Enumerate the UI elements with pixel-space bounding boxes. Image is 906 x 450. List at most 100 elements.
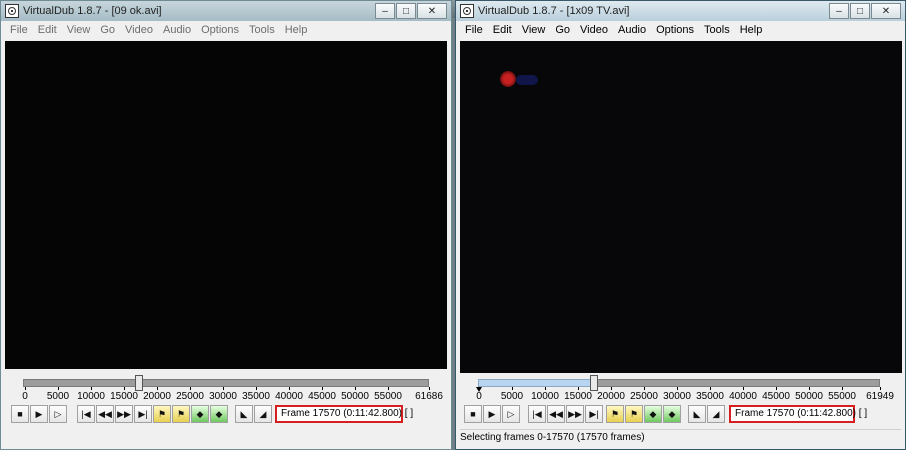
prev-frame-icon[interactable]: ◀◀	[96, 405, 114, 423]
minimize-button[interactable]: –	[829, 3, 849, 19]
tick	[677, 387, 678, 390]
menu-edit[interactable]: Edit	[488, 24, 517, 36]
stop-icon[interactable]: ■	[464, 405, 482, 423]
mark-in-icon[interactable]: ◣	[235, 405, 253, 423]
end-icon[interactable]: ▶|	[134, 405, 152, 423]
tick	[157, 387, 158, 390]
video-logo-blue	[516, 75, 538, 85]
slider-thumb[interactable]	[590, 375, 598, 391]
tick	[776, 387, 777, 390]
menu-help[interactable]: Help	[280, 24, 313, 36]
tick	[91, 387, 92, 390]
menu-video[interactable]: Video	[575, 24, 613, 36]
play-output-icon[interactable]: ▷	[502, 405, 520, 423]
prev-key-icon[interactable]: ⚑	[153, 405, 171, 423]
menu-help[interactable]: Help	[735, 24, 768, 36]
menu-edit[interactable]: Edit	[33, 24, 62, 36]
menu-view[interactable]: View	[62, 24, 96, 36]
tick	[578, 387, 579, 390]
menu-options[interactable]: Options	[196, 24, 244, 36]
tick	[124, 387, 125, 390]
mark-in-icon[interactable]: ◣	[688, 405, 706, 423]
play-input-icon[interactable]: ▶	[30, 405, 48, 423]
frame-indicator: Frame 17570 (0:11:42.800) [ ]	[275, 405, 413, 423]
play-output-icon[interactable]: ▷	[49, 405, 67, 423]
scene-forward-icon[interactable]: ◆	[210, 405, 228, 423]
tick	[880, 387, 881, 390]
tick	[809, 387, 810, 390]
mark-out-icon[interactable]: ◢	[254, 405, 272, 423]
virtualdub-film-icon[interactable]	[5, 4, 19, 18]
video-logo-red	[500, 71, 516, 87]
tick	[512, 387, 513, 390]
menu-tools[interactable]: Tools	[244, 24, 280, 36]
slider-selection	[478, 379, 592, 387]
menu-tools[interactable]: Tools	[699, 24, 735, 36]
stop-icon[interactable]: ■	[11, 405, 29, 423]
menu-audio[interactable]: Audio	[158, 24, 196, 36]
next-key-icon[interactable]: ⚑	[172, 405, 190, 423]
menu-go[interactable]: Go	[550, 24, 575, 36]
next-frame-icon[interactable]: ▶▶	[566, 405, 584, 423]
tick	[545, 387, 546, 390]
next-frame-icon[interactable]: ▶▶	[115, 405, 133, 423]
tick	[190, 387, 191, 390]
tick	[479, 387, 480, 390]
tick-label: 61686	[415, 391, 443, 402]
next-key-icon[interactable]: ⚑	[625, 405, 643, 423]
tick	[743, 387, 744, 390]
virtualdub-window-right: VirtualDub 1.8.7 - [1x09 TV.avi] – □ ✕ F…	[455, 0, 906, 450]
tick	[289, 387, 290, 390]
tick	[842, 387, 843, 390]
prev-key-icon[interactable]: ⚑	[606, 405, 624, 423]
tick	[25, 387, 26, 390]
scene-forward-icon[interactable]: ◆	[663, 405, 681, 423]
start-icon[interactable]: |◀	[528, 405, 546, 423]
menu-go[interactable]: Go	[95, 24, 120, 36]
maximize-button[interactable]: □	[396, 3, 416, 19]
title-bar[interactable]: VirtualDub 1.8.7 - [09 ok.avi] – □ ✕	[1, 1, 451, 21]
menu-bar: File Edit View Go Video Audio Options To…	[5, 21, 447, 39]
tick	[223, 387, 224, 390]
video-pane	[460, 41, 902, 373]
tick	[355, 387, 356, 390]
window-title: VirtualDub 1.8.7 - [09 ok.avi]	[23, 5, 162, 17]
position-slider[interactable]	[23, 375, 429, 391]
maximize-button[interactable]: □	[850, 3, 870, 19]
menu-file[interactable]: File	[460, 24, 488, 36]
tick	[644, 387, 645, 390]
tick	[429, 387, 430, 390]
menu-file[interactable]: File	[5, 24, 33, 36]
virtualdub-film-icon[interactable]	[460, 4, 474, 18]
tick-label: 55000	[374, 391, 402, 402]
menu-view[interactable]: View	[517, 24, 551, 36]
tick-label: 55000	[828, 391, 856, 402]
play-input-icon[interactable]: ▶	[483, 405, 501, 423]
mark-out-icon[interactable]: ◢	[707, 405, 725, 423]
window-title: VirtualDub 1.8.7 - [1x09 TV.avi]	[478, 5, 630, 17]
tick	[58, 387, 59, 390]
title-bar[interactable]: VirtualDub 1.8.7 - [1x09 TV.avi] – □ ✕	[456, 1, 905, 21]
tick	[322, 387, 323, 390]
close-button[interactable]: ✕	[871, 3, 901, 19]
tick-label: 61949	[866, 391, 894, 402]
start-icon[interactable]: |◀	[77, 405, 95, 423]
scene-back-icon[interactable]: ◆	[644, 405, 662, 423]
status-bar: Selecting frames 0-17570 (17570 frames)	[460, 429, 901, 446]
end-icon[interactable]: ▶|	[585, 405, 603, 423]
video-pane	[5, 41, 447, 369]
scene-back-icon[interactable]: ◆	[191, 405, 209, 423]
tick	[256, 387, 257, 390]
slider-track[interactable]	[23, 379, 429, 387]
close-button[interactable]: ✕	[417, 3, 447, 19]
slider-thumb[interactable]	[135, 375, 143, 391]
minimize-button[interactable]: –	[375, 3, 395, 19]
tick	[611, 387, 612, 390]
prev-frame-icon[interactable]: ◀◀	[547, 405, 565, 423]
frame-indicator: Frame 17570 (0:11:42.800) [ ]	[729, 405, 867, 423]
menu-options[interactable]: Options	[651, 24, 699, 36]
position-slider[interactable]	[476, 375, 880, 392]
menu-audio[interactable]: Audio	[613, 24, 651, 36]
menu-video[interactable]: Video	[120, 24, 158, 36]
tick	[710, 387, 711, 390]
